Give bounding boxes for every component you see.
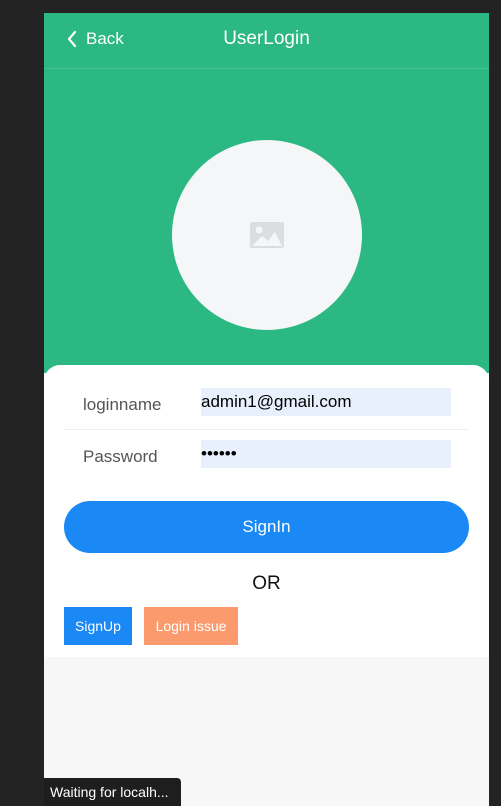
avatar — [172, 140, 362, 330]
loginname-row: loginname — [64, 379, 469, 430]
loginname-input[interactable] — [201, 388, 451, 416]
password-input[interactable] — [201, 440, 451, 468]
login-issue-button[interactable]: Login issue — [144, 607, 238, 645]
loginname-label: loginname — [83, 395, 162, 414]
password-label: Password — [83, 447, 158, 466]
signup-button[interactable]: SignUp — [64, 607, 132, 645]
login-card: loginname Password SignIn OR SignUp Logi… — [44, 365, 489, 657]
or-divider-text: OR — [252, 573, 281, 594]
status-bar: Waiting for localh... — [44, 778, 181, 806]
header: Back UserLogin — [44, 13, 489, 373]
app-screen: Back UserLogin loginname Password SignIn… — [44, 13, 489, 806]
page-title: UserLogin — [223, 28, 310, 49]
password-row: Password — [64, 431, 469, 481]
navbar: Back UserLogin — [44, 13, 489, 69]
signin-button[interactable]: SignIn — [64, 501, 469, 553]
image-placeholder-icon — [250, 222, 284, 248]
